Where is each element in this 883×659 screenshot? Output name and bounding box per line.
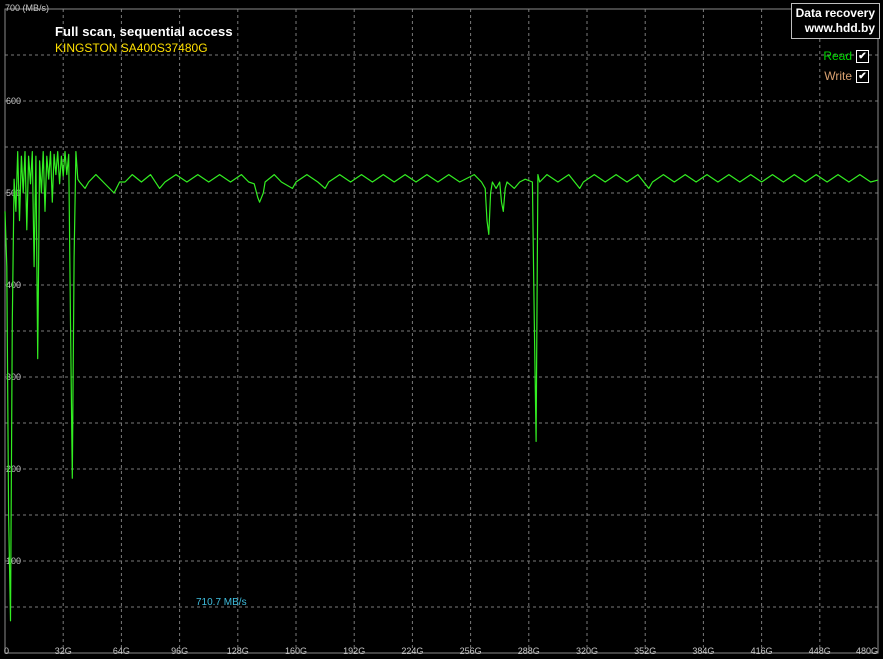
legend-write-label: Write bbox=[824, 69, 852, 83]
write-checkbox[interactable]: ✔ bbox=[856, 69, 869, 83]
x-tick-label: 288G bbox=[518, 646, 540, 656]
x-tick-label: 224G bbox=[401, 646, 423, 656]
plot-border bbox=[4, 8, 879, 654]
plot-frame bbox=[4, 8, 879, 654]
chart-title: Full scan, sequential access bbox=[55, 24, 233, 39]
y-tick-label: 100 bbox=[6, 556, 21, 566]
legend-read[interactable]: Read ✔ bbox=[823, 48, 869, 64]
legend-read-label: Read bbox=[823, 49, 852, 63]
x-tick-label: 320G bbox=[576, 646, 598, 656]
max-speed-label: 710.7 MB/s bbox=[196, 597, 247, 608]
y-tick-label: 600 bbox=[6, 96, 21, 106]
x-tick-label: 64G bbox=[113, 646, 130, 656]
x-tick-label: 384G bbox=[692, 646, 714, 656]
y-tick-label: 400 bbox=[6, 280, 21, 290]
series bbox=[4, 151, 879, 622]
logo: Data recovery www.hdd.by bbox=[790, 3, 880, 39]
x-tick-label: 416G bbox=[751, 646, 773, 656]
logo-line-1: Data recovery bbox=[795, 6, 875, 20]
x-tick-label: 480G bbox=[856, 646, 878, 656]
grid bbox=[5, 9, 878, 653]
y-tick-label: 300 bbox=[6, 372, 21, 382]
x-tick-label: 96G bbox=[171, 646, 188, 656]
x-tick-label: 352G bbox=[634, 646, 656, 656]
read-checkbox[interactable]: ✔ bbox=[856, 49, 869, 63]
x-tick-label: 0 bbox=[4, 646, 9, 656]
x-tick-label: 192G bbox=[343, 646, 365, 656]
x-tick-label: 32G bbox=[55, 646, 72, 656]
logo-line-2: www.hdd.by bbox=[804, 21, 875, 35]
x-tick-label: 128G bbox=[227, 646, 249, 656]
drive-model: KINGSTON SA400S37480G bbox=[55, 41, 208, 55]
chart-canvas: 0 32G 64G 96G 128G 160G 192G 224G 256G 288G 320G 35… bbox=[4, 8, 879, 656]
x-tick-label: 256G bbox=[460, 646, 482, 656]
x-tick-label: 448G bbox=[809, 646, 831, 656]
series-line-read bbox=[4, 151, 879, 622]
legend-write[interactable]: Write ✔ bbox=[824, 68, 869, 84]
y-axis-label: 700 (MB/s) bbox=[5, 3, 50, 13]
x-axis-ticks: 0 32G 64G 96G 128G 160G 192G 224G 256G 288G 320G 35… bbox=[4, 646, 878, 656]
x-tick-label: 160G bbox=[285, 646, 307, 656]
speed-chart: 0 32G 64G 96G 128G 160G 192G 224G 256G 288G 320G 35… bbox=[0, 0, 883, 659]
